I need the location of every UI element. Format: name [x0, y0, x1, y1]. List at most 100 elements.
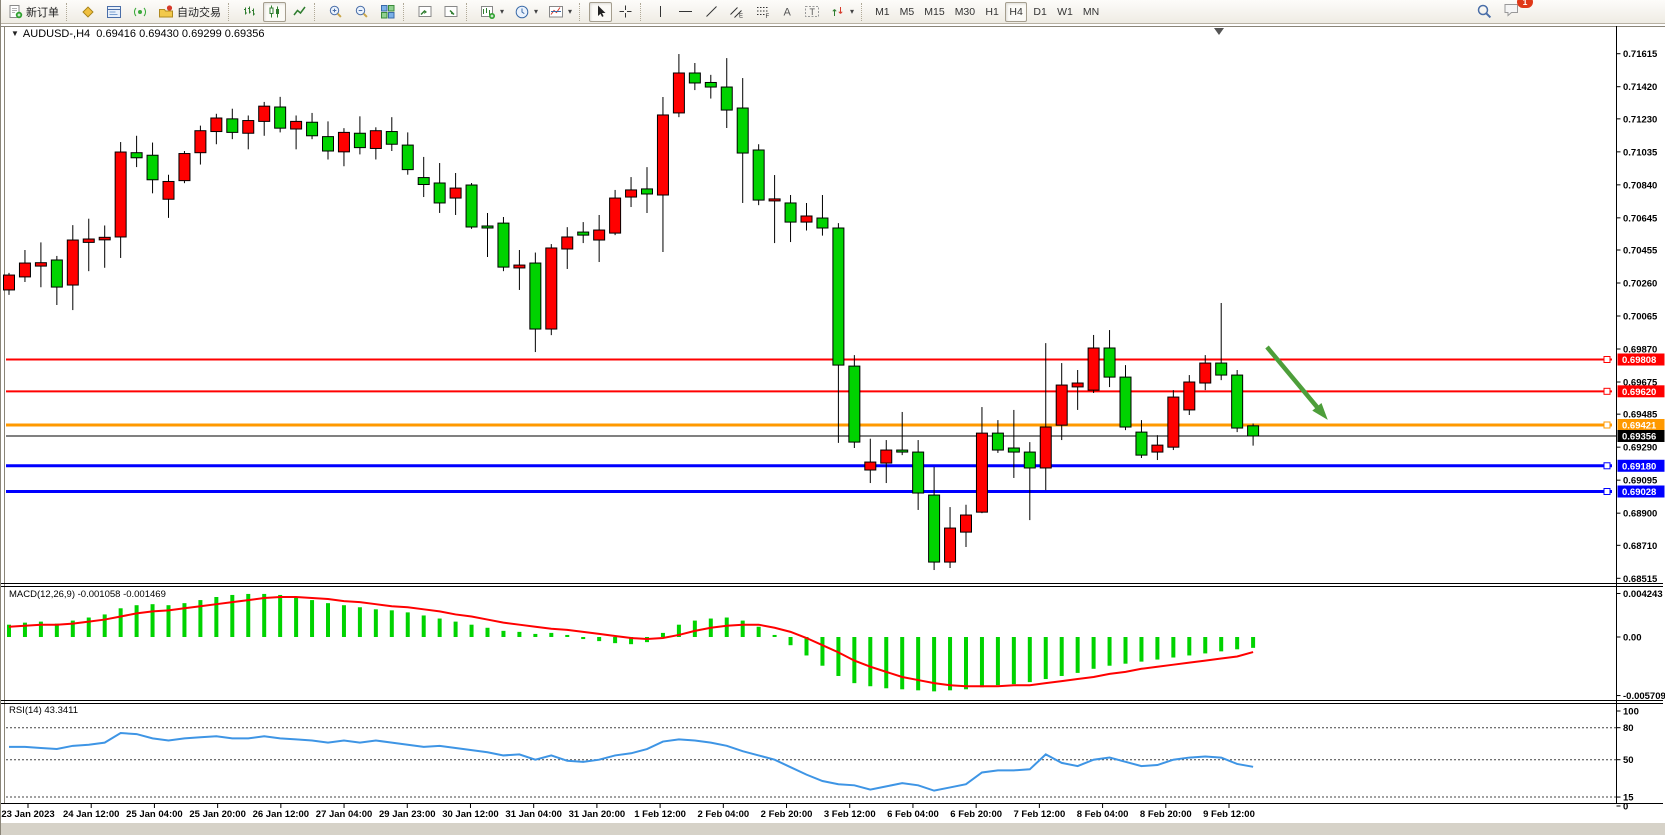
macd-histogram-bar — [1092, 637, 1096, 669]
candle-bullish — [450, 188, 461, 198]
chevron-down-icon: ▾ — [568, 7, 572, 16]
time-axis-label: 8 Feb 20:00 — [1140, 809, 1192, 820]
line-end-marker[interactable] — [1604, 357, 1610, 363]
crosshair-button[interactable] — [614, 2, 637, 22]
candle-bearish — [689, 73, 700, 83]
period-clock-button[interactable]: ▾ — [510, 2, 542, 22]
macd-histogram-bar — [820, 637, 824, 666]
svg-text:E: E — [739, 14, 743, 20]
zoom-out-button[interactable] — [350, 2, 374, 22]
timeframe-button-m15[interactable]: M15 — [920, 2, 948, 22]
cursor-button[interactable] — [589, 2, 612, 22]
auto-arrange-button[interactable] — [413, 2, 437, 22]
macd-histogram-bar — [390, 610, 394, 637]
indicator-list-icon — [548, 4, 564, 20]
fibonacci-button[interactable]: F — [751, 2, 775, 22]
chart-symbol-period: AUDUSD-,H4 — [23, 28, 90, 40]
text-button[interactable]: A — [777, 2, 798, 22]
price-line-badge-label: 0.69421 — [1622, 420, 1657, 431]
candle-bearish — [147, 155, 158, 180]
toolbar: 新订单 自动交易 — [1, 0, 1665, 24]
timeframe-button-d1[interactable]: D1 — [1029, 2, 1051, 22]
macd-histogram-bar — [103, 614, 107, 637]
macd-histogram-bar — [980, 637, 984, 687]
rsi-value: 43.3411 — [44, 705, 78, 716]
candlestick-chart-icon — [267, 4, 282, 19]
timeframe-button-h1[interactable]: H1 — [981, 2, 1003, 22]
macd-histogram-bar — [1060, 637, 1064, 676]
macd-histogram-bar — [565, 635, 569, 637]
indicator-list-button[interactable]: ▾ — [544, 2, 576, 22]
candle-bullish — [801, 216, 812, 222]
macd-histogram-bar — [964, 637, 968, 689]
candle-bullish — [99, 237, 110, 240]
candle-bullish — [976, 433, 987, 512]
navigator-icon — [80, 4, 96, 20]
label-button[interactable]: T — [800, 2, 824, 22]
line-end-marker[interactable] — [1604, 463, 1610, 469]
shapes-button[interactable]: ▾ — [826, 2, 858, 22]
candle-bearish — [307, 122, 318, 136]
timeframe-button-m30[interactable]: M30 — [951, 2, 979, 22]
candle-bullish — [626, 190, 637, 197]
tile-windows-button[interactable] — [376, 2, 400, 22]
price-axis-label: 0.71230 — [1623, 114, 1657, 125]
svg-text:A: A — [784, 7, 792, 19]
line-end-marker[interactable] — [1604, 422, 1610, 428]
macd-histogram-bar — [789, 637, 793, 645]
search-button[interactable] — [1472, 2, 1497, 22]
line-chart-icon — [292, 4, 307, 19]
candle-bearish — [354, 133, 365, 147]
candle-bullish — [881, 450, 892, 463]
line-end-marker[interactable] — [1604, 388, 1610, 394]
timeframe-button-mn[interactable]: MN — [1079, 2, 1103, 22]
time-axis-label: 9 Feb 12:00 — [1203, 809, 1255, 820]
macd-histogram-bar — [725, 618, 729, 637]
macd-histogram-bar — [422, 615, 426, 637]
candle-bearish — [275, 107, 286, 128]
bar-chart-button[interactable] — [238, 2, 261, 22]
toolbar-separator — [861, 3, 868, 21]
candle-bullish — [562, 237, 573, 249]
new-chart-button[interactable]: ▾ — [476, 2, 508, 22]
zoom-in-button[interactable] — [324, 2, 348, 22]
horizontal-line-button[interactable] — [673, 2, 698, 22]
timeframe-button-w1[interactable]: W1 — [1053, 2, 1077, 22]
navigator-button[interactable] — [76, 2, 100, 22]
candle-bullish — [610, 198, 621, 233]
macd-histogram-bar — [1171, 637, 1175, 658]
toolbar-separator — [314, 3, 321, 21]
timeframe-button-m5[interactable]: M5 — [896, 2, 919, 22]
zoom-in-icon — [328, 4, 344, 20]
price-axis-label: 0.71615 — [1623, 49, 1658, 60]
candle-bullish — [195, 131, 206, 153]
cascade-button[interactable] — [439, 2, 463, 22]
rsi-axis-label: 80 — [1623, 723, 1634, 734]
macd-histogram-bar — [278, 595, 282, 637]
macd-histogram-bar — [884, 637, 888, 688]
trendline-button[interactable] — [700, 2, 723, 22]
candlestick-chart-button[interactable] — [263, 2, 286, 22]
market-watch-button[interactable] — [102, 2, 126, 22]
macd-histogram-bar — [613, 637, 617, 643]
timeframe-button-h4[interactable]: H4 — [1005, 2, 1027, 22]
candle-bearish — [737, 108, 748, 153]
macd-axis-label: -0.005709 — [1623, 691, 1665, 702]
channel-button[interactable]: E — [725, 2, 749, 22]
vertical-line-button[interactable] — [650, 2, 671, 22]
new-order-button[interactable]: 新订单 — [4, 2, 63, 22]
chart-canvas[interactable]: 0.716150.714200.712300.710350.708400.706… — [1, 0, 1665, 835]
svg-text:T: T — [810, 7, 816, 17]
period-clock-icon — [514, 4, 530, 20]
vertical-line-icon — [654, 4, 667, 19]
signals-button[interactable] — [128, 2, 152, 22]
macd-histogram-bar — [1235, 637, 1239, 649]
macd-histogram-bar — [773, 635, 777, 637]
macd-histogram-bar — [342, 605, 346, 637]
timeframe-button-m1[interactable]: M1 — [871, 2, 894, 22]
line-end-marker[interactable] — [1604, 489, 1610, 495]
line-chart-button[interactable] — [288, 2, 311, 22]
chart-menu-icon[interactable]: ▼ — [11, 29, 19, 38]
auto-trading-button[interactable]: 自动交易 — [154, 2, 225, 22]
candle-bullish — [211, 118, 222, 132]
